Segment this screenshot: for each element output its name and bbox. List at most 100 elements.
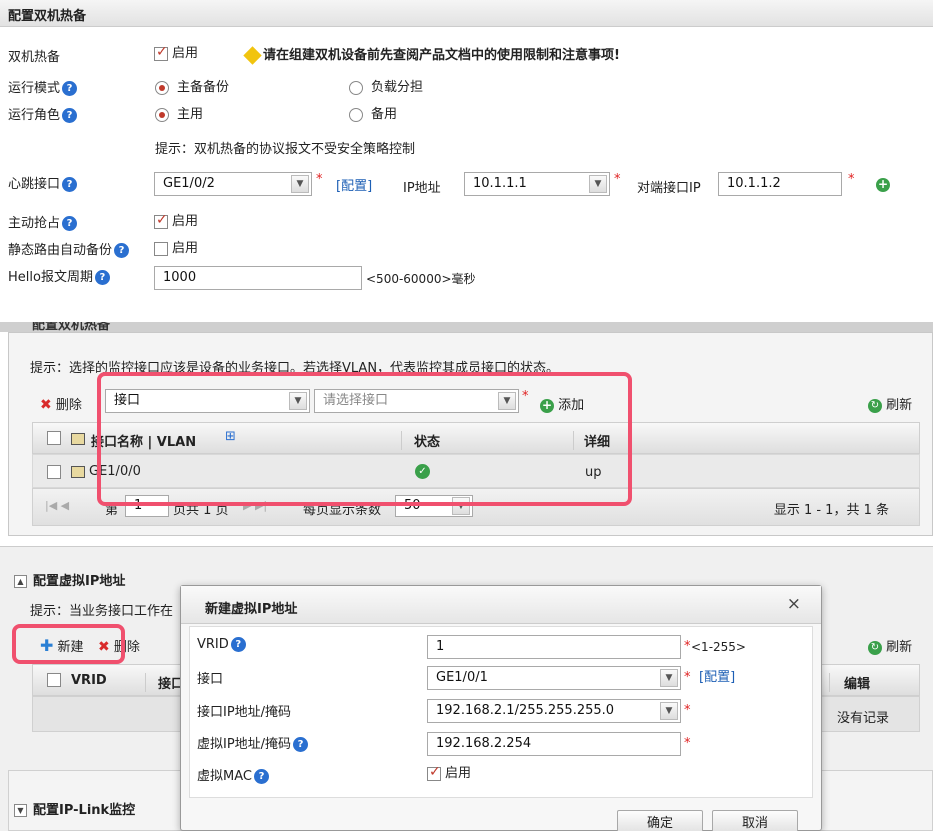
column-edit[interactable]: 编辑: [829, 673, 870, 692]
radio-icon[interactable]: [349, 107, 363, 122]
required-mark: *: [684, 670, 691, 685]
checkbox-checked-icon[interactable]: [427, 764, 441, 781]
heartbeat-label: 心跳接口?: [8, 173, 78, 192]
monitor-delete-button[interactable]: ✖ 删除: [40, 394, 82, 413]
monitor-refresh-button[interactable]: ↻ 刷新: [868, 394, 912, 413]
column-vrid[interactable]: VRID: [71, 673, 107, 688]
ip-address-label: IP地址: [403, 181, 441, 196]
radio-selected-icon[interactable]: [155, 80, 169, 95]
chevron-down-icon[interactable]: ▼: [589, 175, 607, 193]
heartbeat-config-link[interactable]: [配置]: [336, 175, 372, 194]
radio-load-sharing[interactable]: 负载分担: [349, 76, 423, 95]
refresh-icon: ↻: [868, 398, 882, 413]
heartbeat-interface-select[interactable]: GE1/0/2 ▼: [154, 172, 312, 196]
radio-role-primary[interactable]: 主用: [155, 103, 203, 122]
static-route-label: 静态路由自动备份?: [8, 239, 130, 258]
monitor-panel-header: 配置双机热备: [0, 322, 933, 332]
checkbox-checked-icon[interactable]: [154, 44, 168, 61]
dialog-interface-label: 接口: [197, 672, 224, 687]
iface-ip-label: 接口IP地址/掩码: [197, 705, 292, 720]
chevron-down-icon[interactable]: ▼: [660, 669, 678, 687]
heartbeat-ip-select[interactable]: 10.1.1.1 ▼: [464, 172, 610, 196]
vrid-label: VRID?: [197, 637, 246, 652]
help-icon[interactable]: ?: [114, 243, 130, 258]
radio-icon[interactable]: [349, 80, 363, 95]
pager-summary: 显示 1 - 1，共 1 条: [773, 503, 889, 518]
radio-selected-icon[interactable]: [155, 107, 169, 122]
ok-button[interactable]: 确定: [617, 810, 703, 831]
hot-standby-label: 双机热备: [8, 50, 61, 65]
checkbox-checked-icon[interactable]: [154, 212, 168, 229]
vip-mask-label: 虚拟IP地址/掩码?: [197, 733, 309, 752]
dialog-config-link[interactable]: [配置]: [699, 666, 735, 685]
static-route-checkbox[interactable]: 启用: [154, 237, 198, 256]
vrid-input[interactable]: 1: [427, 635, 681, 659]
checkbox-icon[interactable]: [154, 241, 168, 256]
section-title: 配置双机热备: [8, 9, 87, 24]
chevron-down-icon[interactable]: ▼: [291, 175, 309, 193]
protocol-tip: 提示：双机热备的协议报文不受安全策略控制: [155, 142, 416, 157]
highlight-box-monitor: [97, 372, 632, 506]
column-interface[interactable]: 接口: [145, 673, 184, 692]
select-all-checkbox[interactable]: [47, 673, 61, 687]
dialog-title-bar: 新建虚拟IP地址 ×: [181, 586, 821, 624]
vmac-label: 虚拟MAC?: [197, 765, 269, 784]
run-role-label: 运行角色?: [8, 104, 78, 123]
required-mark: *: [684, 736, 691, 751]
required-mark: *: [614, 172, 621, 187]
warning-text: 请在组建双机设备前先查阅产品文档中的使用限制和注意事项!: [243, 44, 620, 65]
section-header-hot-standby: 配置双机热备: [0, 0, 933, 27]
hot-standby-checkbox[interactable]: 启用: [154, 42, 198, 61]
collapse-icon[interactable]: ▲: [14, 575, 27, 588]
chevron-down-icon[interactable]: ▼: [660, 702, 678, 720]
help-icon[interactable]: ?: [94, 270, 110, 285]
help-icon[interactable]: ?: [62, 81, 78, 96]
hello-label: Hello报文周期?: [8, 266, 110, 285]
vip-tip: 提示：当业务接口工作在: [30, 604, 174, 619]
add-icon[interactable]: +: [876, 178, 890, 192]
monitor-panel-title: 配置双机热备: [32, 322, 111, 332]
warning-icon: [243, 46, 262, 65]
preempt-checkbox[interactable]: 启用: [154, 210, 198, 229]
select-all-checkbox[interactable]: [47, 431, 61, 445]
radio-role-backup[interactable]: 备用: [349, 103, 397, 122]
vip-mask-input[interactable]: 192.168.2.254: [427, 732, 681, 756]
close-icon[interactable]: ×: [787, 594, 801, 614]
row-checkbox[interactable]: [47, 465, 61, 479]
checkbox-label: 启用: [172, 46, 199, 61]
first-page-icon[interactable]: |◀ ◀: [45, 499, 69, 512]
help-icon[interactable]: ?: [230, 637, 246, 652]
refresh-icon: ↻: [868, 640, 882, 655]
port-icon: [71, 466, 85, 478]
peer-ip-input[interactable]: 10.1.1.2: [718, 172, 842, 196]
vip-section-header[interactable]: ▲ 配置虚拟IP地址: [14, 570, 125, 589]
help-icon[interactable]: ?: [62, 216, 78, 231]
cancel-button[interactable]: 取消: [712, 810, 798, 831]
port-icon: [71, 433, 85, 445]
empty-records-text: 没有记录: [836, 711, 889, 726]
peer-ip-label: 对端接口IP: [637, 181, 701, 196]
help-icon[interactable]: ?: [62, 108, 78, 123]
dialog-interface-select[interactable]: GE1/0/1 ▼: [427, 666, 681, 690]
iplink-section-header[interactable]: ▼ 配置IP-Link监控: [14, 799, 135, 818]
required-mark: *: [684, 639, 691, 654]
required-mark: *: [848, 172, 855, 187]
run-mode-label: 运行模式?: [8, 77, 78, 96]
help-icon[interactable]: ?: [62, 177, 78, 192]
preempt-label: 主动抢占?: [8, 212, 78, 231]
vip-refresh-button[interactable]: ↻ 刷新: [868, 636, 912, 655]
hello-range-hint: <500-60000>毫秒: [366, 272, 476, 286]
expand-icon[interactable]: ▼: [14, 804, 27, 817]
required-mark: *: [684, 703, 691, 718]
vrid-range-hint: <1-255>: [691, 640, 746, 654]
radio-primary-backup[interactable]: 主备备份: [155, 76, 229, 95]
iface-ip-select[interactable]: 192.168.2.1/255.255.255.0 ▼: [427, 699, 681, 723]
vmac-checkbox[interactable]: 启用: [427, 762, 471, 781]
required-mark: *: [316, 172, 323, 187]
help-icon[interactable]: ?: [253, 769, 269, 784]
dialog-title: 新建虚拟IP地址: [205, 602, 298, 617]
help-icon[interactable]: ?: [293, 737, 309, 752]
highlight-box-new: [12, 624, 125, 664]
hello-period-input[interactable]: 1000: [154, 266, 362, 290]
delete-x-icon: ✖: [40, 397, 52, 413]
